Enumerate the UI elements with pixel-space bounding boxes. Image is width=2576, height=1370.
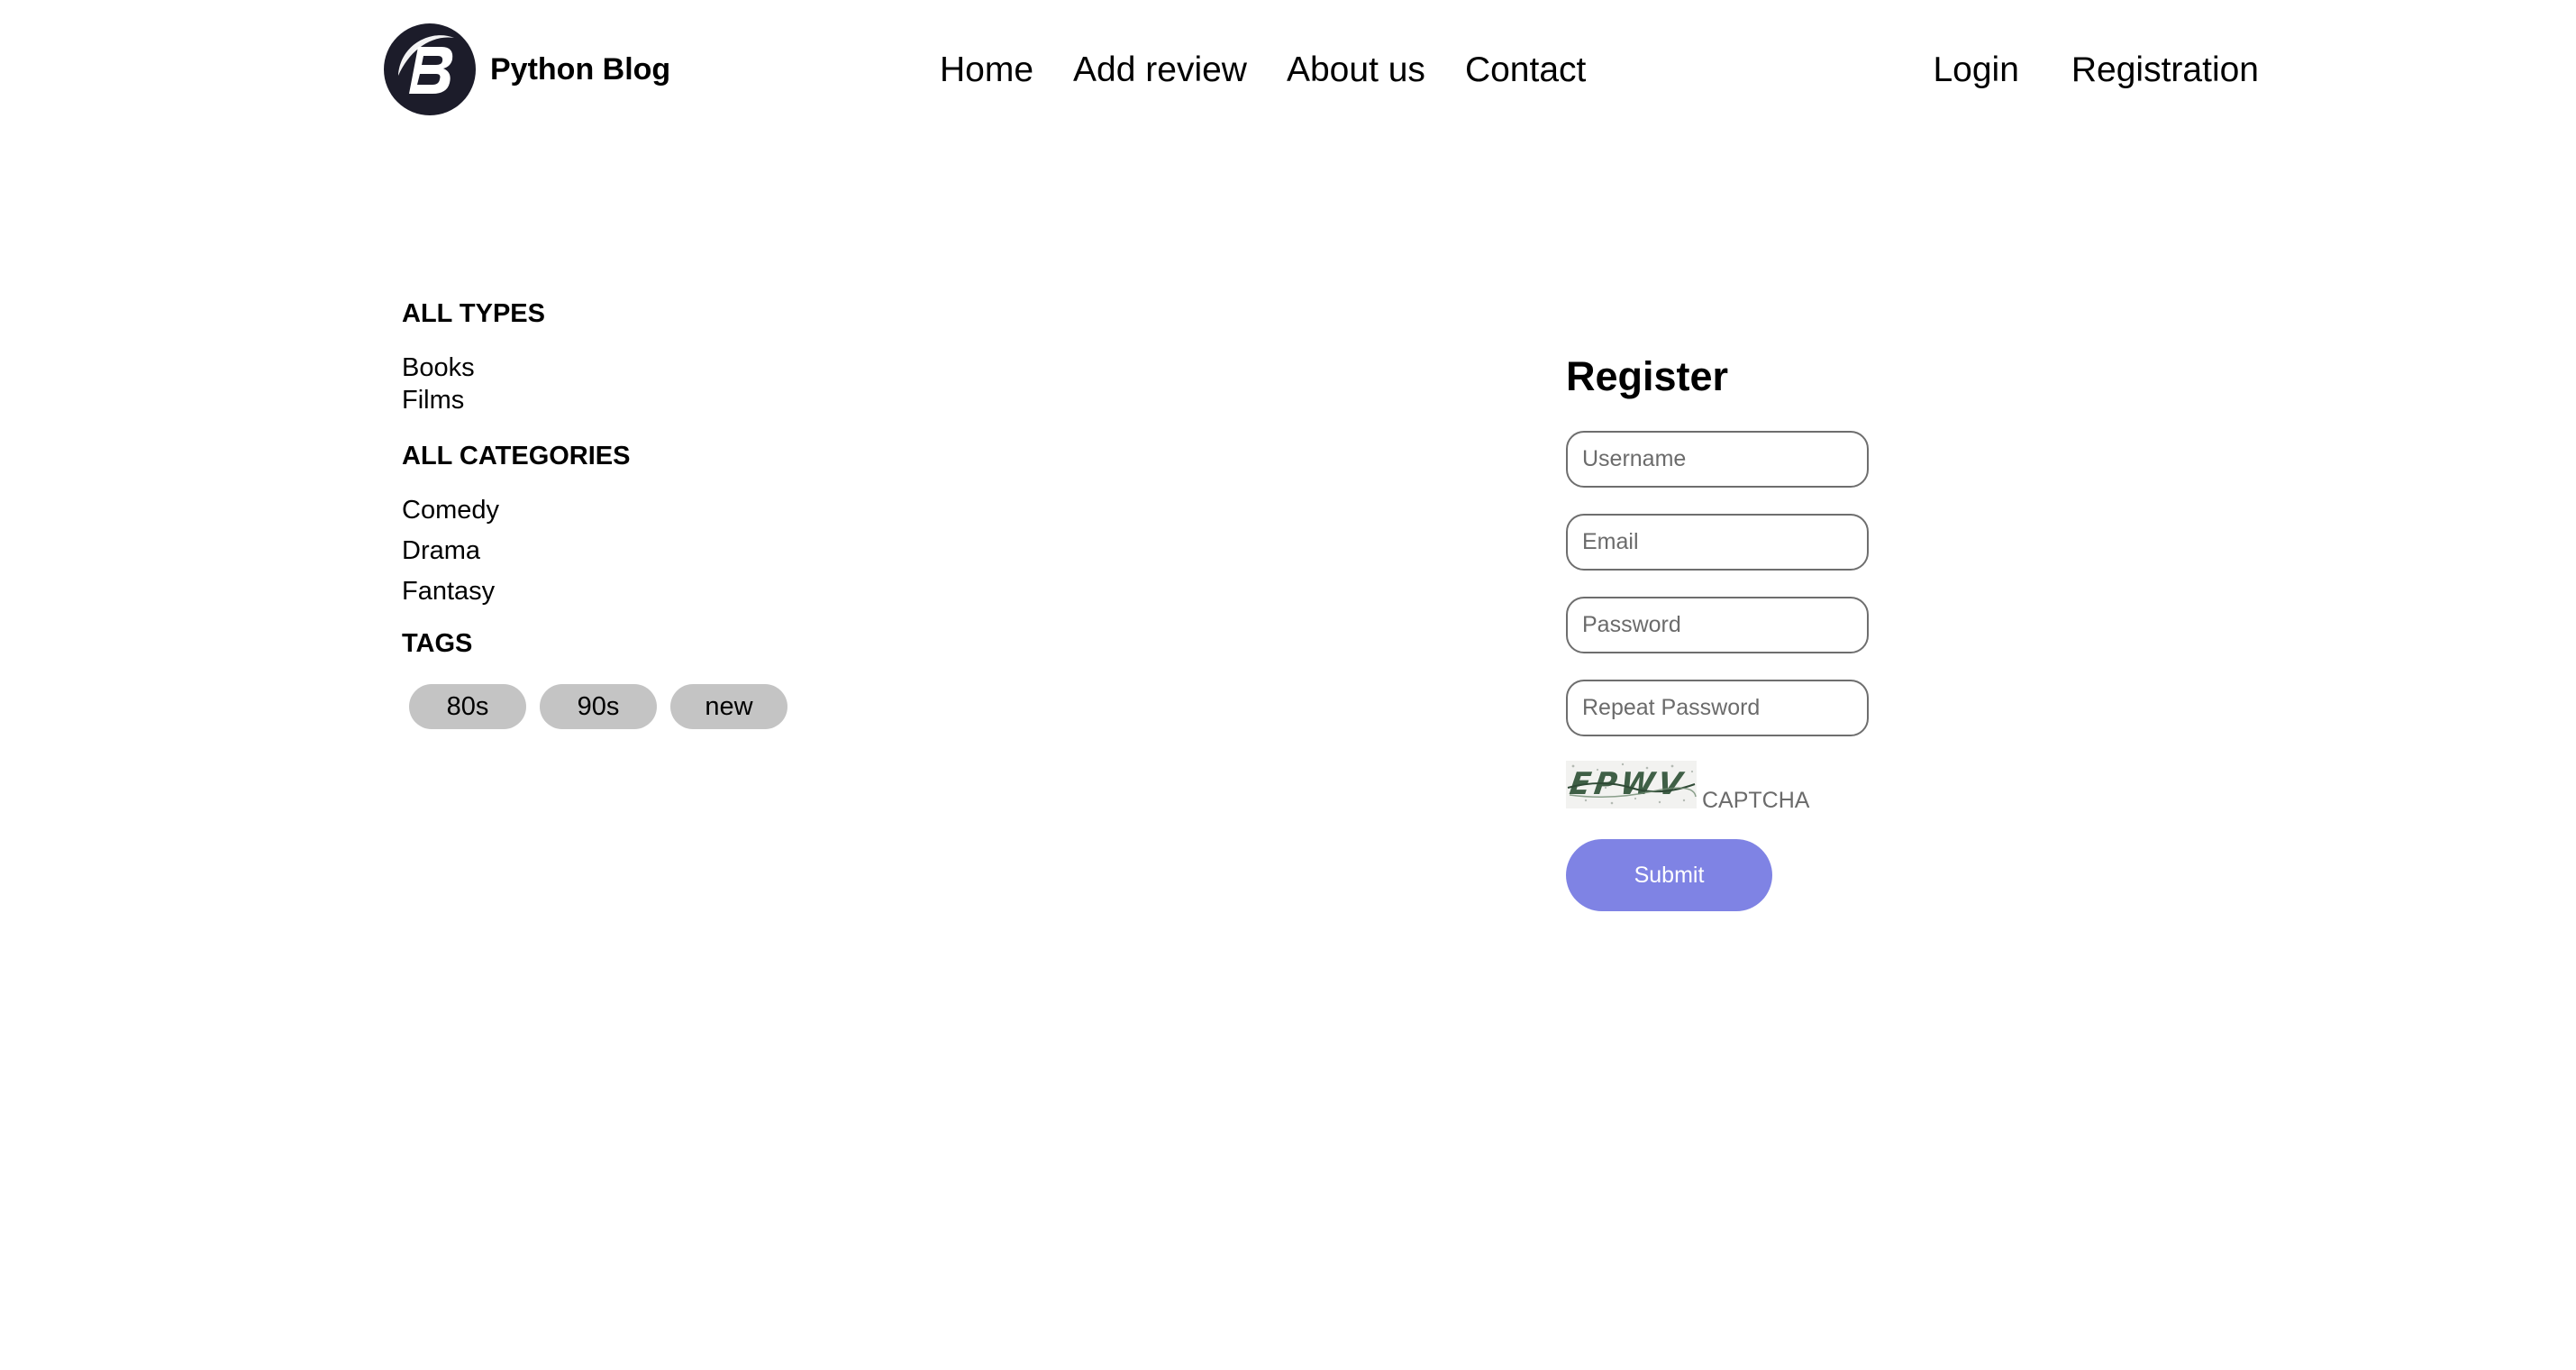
repeat-password-input[interactable] [1566,680,1869,736]
type-link-films[interactable]: Films [402,386,464,415]
email-input[interactable] [1566,514,1869,571]
site-header: Python Blog Home Add review About us Con… [0,0,2576,140]
username-input[interactable] [1566,431,1869,488]
tags-heading: TAGS [402,629,473,658]
brand-name: Python Blog [490,51,671,87]
tag-new[interactable]: new [670,684,787,729]
auth-links: Login Registration [1933,0,2259,140]
captcha-image[interactable]: EPWV [1566,761,1697,808]
nav-home-link[interactable]: Home [940,50,1033,90]
category-item: Comedy [402,494,942,526]
type-item: Books [402,352,942,384]
tag-80s[interactable]: 80s [409,684,526,729]
login-link[interactable]: Login [1933,50,2018,90]
categories-heading: ALL CATEGORIES [402,442,631,470]
sidebar: ALL TYPES Books Films ALL CATEGORIES Com… [402,297,942,729]
password-input[interactable] [1566,597,1869,653]
captcha-row: EPWV CAPTCHA [1566,761,1926,813]
types-list: Books Films [402,352,942,416]
registration-link[interactable]: Registration [2071,50,2259,90]
tags-list: 80s 90s new [409,684,942,729]
captcha-label: CAPTCHA [1702,788,1810,813]
category-link-comedy[interactable]: Comedy [402,496,499,525]
nav-contact-link[interactable]: Contact [1465,50,1586,90]
nav-about-us-link[interactable]: About us [1287,50,1425,90]
tag-90s[interactable]: 90s [540,684,657,729]
brand-link[interactable]: Python Blog [382,22,670,117]
type-link-books[interactable]: Books [402,353,475,382]
letter-b-logo-icon [384,23,476,115]
types-heading: ALL TYPES [402,299,545,328]
register-form: Register EPWV CAPTCHA Submit [1566,350,1926,911]
categories-list: Comedy Drama Fantasy [402,494,942,607]
submit-button[interactable]: Submit [1566,839,1772,911]
category-item: Fantasy [402,575,942,607]
category-item: Drama [402,534,942,567]
type-item: Films [402,384,942,416]
nav-add-review-link[interactable]: Add review [1073,50,1247,90]
main-nav: Home Add review About us Contact [940,0,1625,140]
register-title: Register [1566,353,1729,399]
category-link-drama[interactable]: Drama [402,536,480,565]
category-link-fantasy[interactable]: Fantasy [402,577,495,606]
